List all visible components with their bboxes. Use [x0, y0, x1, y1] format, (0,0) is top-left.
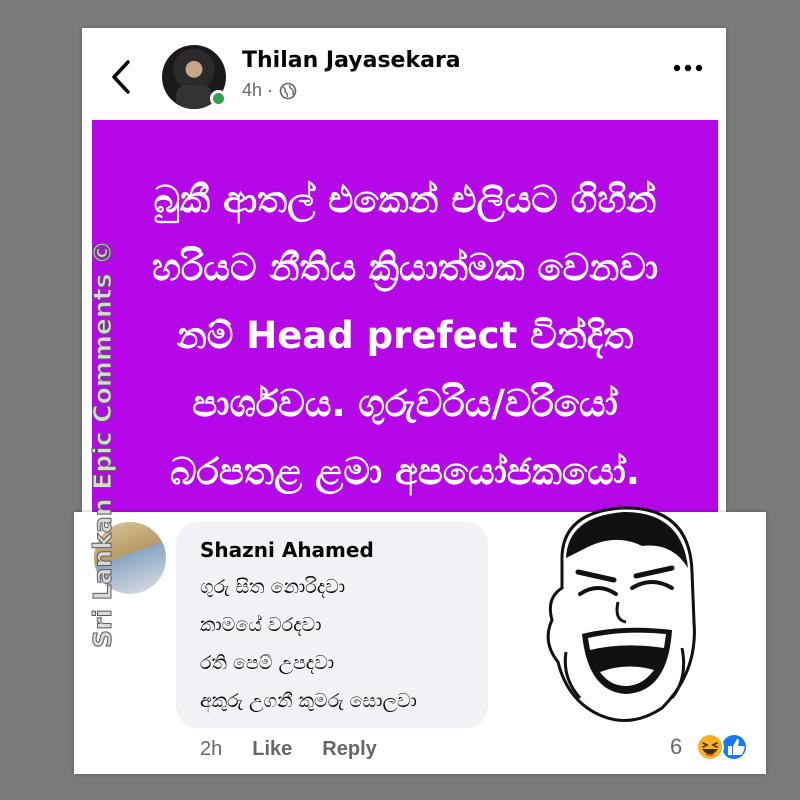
- post-author-name[interactable]: Thilan Jayasekara: [242, 48, 461, 73]
- globe-icon[interactable]: [279, 82, 297, 100]
- comment-line: අකුරු උගනී කුමරු සොලවා: [200, 690, 417, 712]
- more-options-button[interactable]: [670, 56, 706, 80]
- banner-line-1: බුකී ආතල් එකෙන් එලියට ගිහින්: [153, 178, 657, 221]
- comment-card: Shazni Ahamed ගුරු සිත නොරිදවා කාමයේ වරද…: [74, 506, 766, 774]
- banner-line-4: පාර්ශවය. ගුරුවරිය/වරියෝ: [192, 382, 618, 425]
- comment-line: රති පෙම් උපදවා: [200, 652, 335, 674]
- comment-line: ගුරු සිත නොරිදවා: [200, 576, 346, 598]
- haha-icon: [696, 733, 724, 761]
- banner-line-2: හරියට නීතිය ක්‍රියාත්මක වෙනවා: [151, 246, 659, 289]
- more-icon: [673, 64, 703, 72]
- laughing-meme-image: [546, 506, 696, 722]
- watermark-text: Sri Lankan Epic Comments ©: [88, 239, 118, 648]
- comment-time[interactable]: 2h: [200, 738, 222, 761]
- banner-line-5: බරපතළ ළමා අපයෝජකයෝ.: [170, 450, 640, 493]
- comment-bubble: Shazni Ahamed ගුරු සිත නොරිදවා කාමයේ වරද…: [176, 522, 488, 728]
- reaction-count[interactable]: 6: [670, 734, 682, 760]
- post-time[interactable]: 4h ·: [242, 80, 273, 101]
- comment-actions: 2h Like Reply: [200, 738, 377, 761]
- avatar-figure: [176, 85, 212, 109]
- commenter-name[interactable]: Shazni Ahamed: [200, 538, 464, 562]
- banner-line-3: නම් Head prefect වින්දිත: [176, 314, 634, 357]
- post-banner: බුකී ආතල් එකෙන් එලියට ගිහින් හරියට නීතිය…: [92, 120, 718, 528]
- chevron-left-icon: [112, 60, 130, 94]
- like-button[interactable]: Like: [252, 738, 292, 761]
- reply-button[interactable]: Reply: [322, 738, 376, 761]
- post-card: Thilan Jayasekara 4h · බුකී ආතල් එකෙන් එ…: [82, 28, 726, 528]
- post-meta: 4h ·: [242, 80, 297, 101]
- reaction-icons[interactable]: [692, 732, 752, 762]
- like-icon: [720, 733, 748, 761]
- comment-line: කාමයේ වරදවා: [200, 614, 322, 636]
- back-button[interactable]: [108, 58, 134, 96]
- online-status-dot: [210, 90, 227, 107]
